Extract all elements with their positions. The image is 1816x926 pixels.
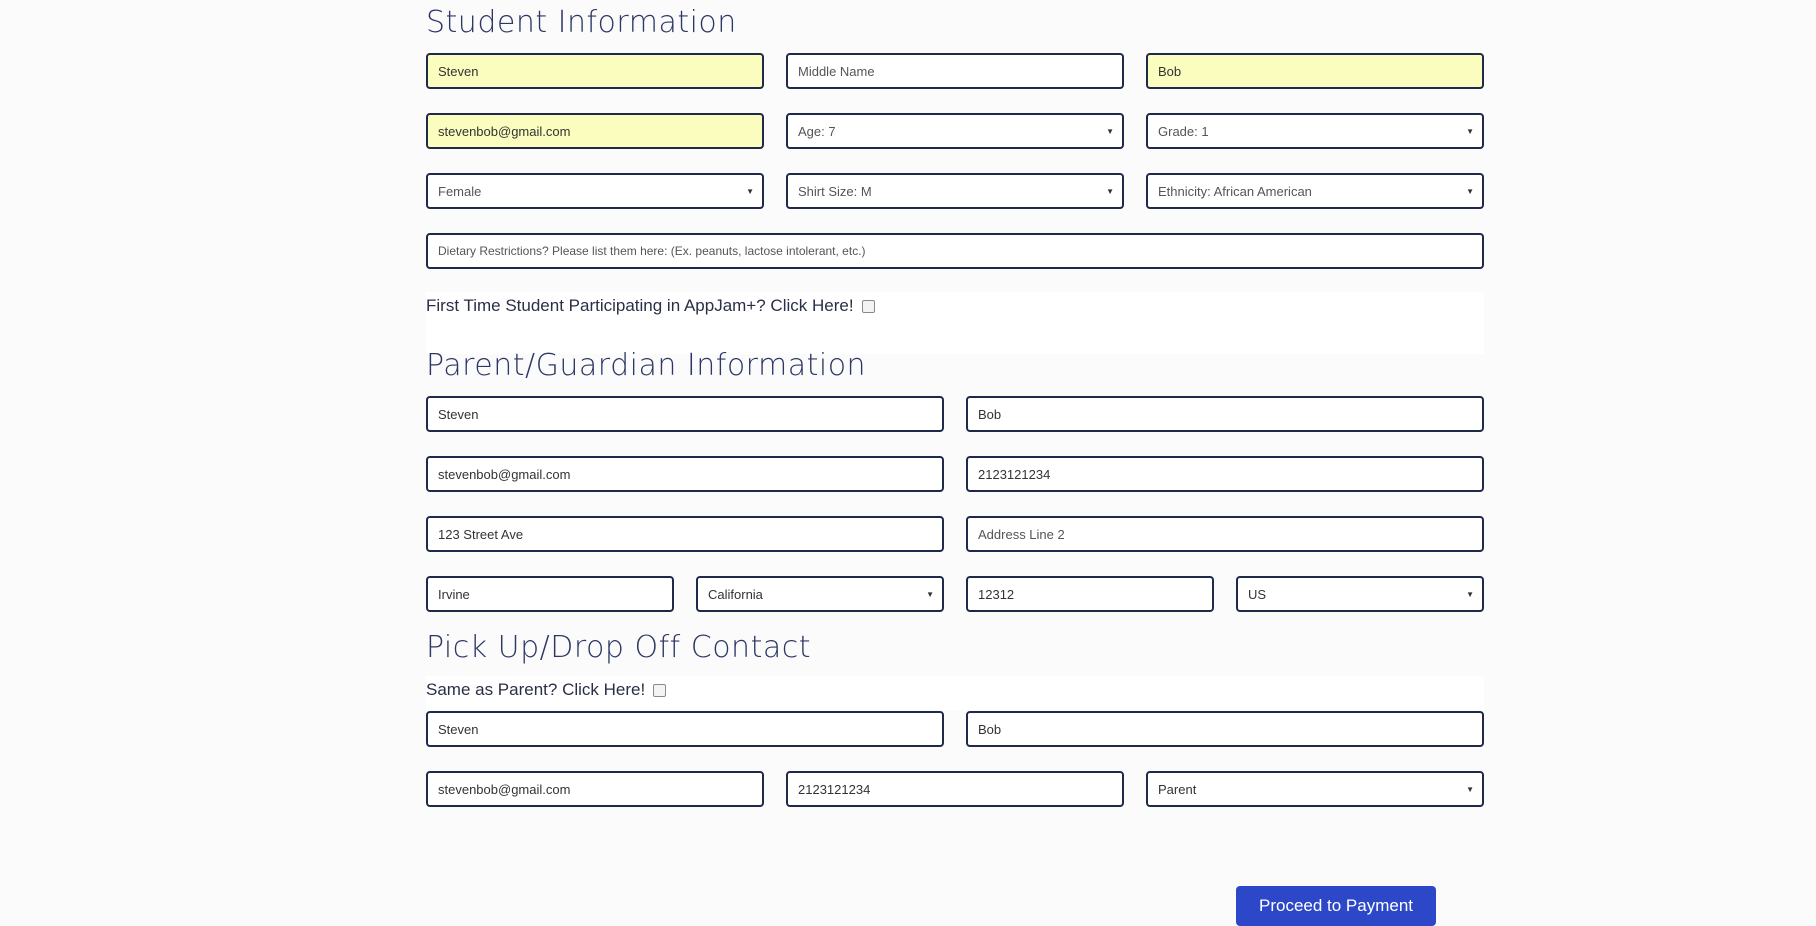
parent-first-name-input[interactable]: Steven bbox=[426, 396, 944, 432]
parent-country-select[interactable]: US bbox=[1236, 576, 1484, 612]
student-gender-select[interactable]: Female bbox=[426, 173, 764, 209]
dietary-restrictions-input[interactable]: Dietary Restrictions? Please list them h… bbox=[426, 233, 1484, 269]
parent-address1-input[interactable]: 123 Street Ave bbox=[426, 516, 944, 552]
student-last-name-input[interactable]: Bob bbox=[1146, 53, 1484, 89]
pickup-email-input[interactable]: stevenbob@gmail.com bbox=[426, 771, 764, 807]
first-time-label: First Time Student Participating in AppJ… bbox=[426, 296, 854, 315]
parent-address2-input[interactable]: Address Line 2 bbox=[966, 516, 1484, 552]
parent-city-input[interactable]: Irvine bbox=[426, 576, 674, 612]
pickup-heading: Pick Up/Drop Off Contact bbox=[426, 630, 811, 665]
parent-last-name-input[interactable]: Bob bbox=[966, 396, 1484, 432]
pickup-first-name-input[interactable]: Steven bbox=[426, 711, 944, 747]
parent-phone-input[interactable]: 2123121234 bbox=[966, 456, 1484, 492]
proceed-to-payment-button[interactable]: Proceed to Payment bbox=[1236, 886, 1436, 926]
student-first-name-input[interactable]: Steven bbox=[426, 53, 764, 89]
student-shirt-size-select[interactable]: Shirt Size: M bbox=[786, 173, 1124, 209]
parent-email-input[interactable]: stevenbob@gmail.com bbox=[426, 456, 944, 492]
pickup-phone-input[interactable]: 2123121234 bbox=[786, 771, 1124, 807]
student-age-select[interactable]: Age: 7 bbox=[786, 113, 1124, 149]
same-as-parent-checkbox[interactable] bbox=[653, 683, 667, 697]
same-as-parent-label: Same as Parent? Click Here! bbox=[426, 680, 646, 699]
pickup-relationship-select[interactable]: Parent bbox=[1146, 771, 1484, 807]
parent-zip-input[interactable]: 12312 bbox=[966, 576, 1214, 612]
first-time-checkbox[interactable] bbox=[861, 299, 875, 313]
first-time-checkbox-row[interactable]: First Time Student Participating in AppJ… bbox=[426, 296, 875, 316]
student-ethnicity-select[interactable]: Ethnicity: African American bbox=[1146, 173, 1484, 209]
same-as-parent-row[interactable]: Same as Parent? Click Here! bbox=[426, 680, 667, 700]
student-middle-name-input[interactable]: Middle Name bbox=[786, 53, 1124, 89]
student-grade-select[interactable]: Grade: 1 bbox=[1146, 113, 1484, 149]
student-email-input[interactable]: stevenbob@gmail.com bbox=[426, 113, 764, 149]
student-info-heading: Student Information bbox=[426, 5, 737, 40]
pickup-last-name-input[interactable]: Bob bbox=[966, 711, 1484, 747]
parent-state-select[interactable]: California bbox=[696, 576, 944, 612]
parent-info-heading: Parent/Guardian Information bbox=[426, 348, 867, 383]
